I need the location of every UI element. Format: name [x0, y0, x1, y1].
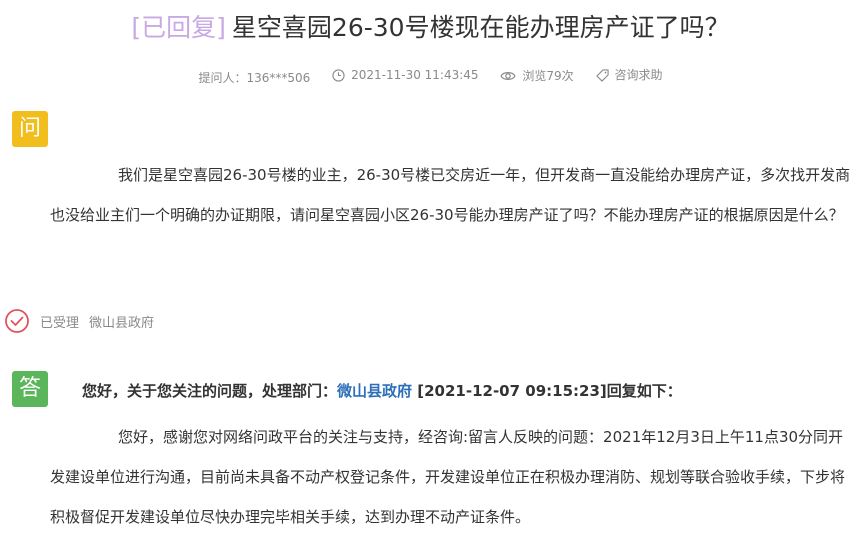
category-text: 咨询求助: [614, 68, 663, 82]
reply-department-link[interactable]: 微山县政府: [337, 382, 412, 400]
view-count: 浏览79次: [500, 65, 574, 87]
accept-status-label: 已受理: [40, 315, 80, 331]
page-title: [已回复] 星空喜园26-30号楼现在能办理房产证了吗？: [0, 8, 861, 48]
check-circle-icon: [5, 309, 29, 333]
reply-header-prefix: 您好，关于您关注的问题，处理部门：: [82, 382, 338, 400]
reply-header-suffix: [2021-12-07 09:15:23]回复如下：: [412, 382, 682, 400]
reply-header: 您好，关于您关注的问题，处理部门：微山县政府 [2021-12-07 09:15…: [82, 378, 682, 404]
clock-icon: [332, 68, 345, 82]
question-content: 我们是星空喜园26-30号楼的业主，26-30号楼已交房近一年，但开发商一直没能…: [50, 166, 851, 224]
question-badge: 问: [12, 111, 48, 147]
accept-department: 微山县政府: [89, 315, 155, 331]
question-title: 星空喜园26-30号楼现在能办理房产证了吗？: [231, 13, 730, 42]
answer-content: 您好，感谢您对网络问政平台的关注与支持，经咨询:留言人反映的问题：2021年12…: [50, 428, 846, 526]
answer-badge: 答: [12, 371, 48, 407]
tag-icon: [595, 68, 609, 82]
reply-status-tag: [已回复]: [131, 13, 226, 42]
question-meta: 提问人：136***506 2021-11-30 11:43:45 浏览79次 …: [0, 64, 861, 89]
asker-info: 提问人：136***506: [198, 67, 310, 89]
accept-status: 已受理 微山县政府: [4, 307, 154, 335]
view-count-text: 浏览79次: [522, 68, 574, 83]
eye-icon: [500, 71, 517, 80]
asker-label: 提问人：136***506: [198, 70, 311, 85]
question-category[interactable]: 咨询求助: [595, 64, 663, 86]
post-time-text: 2021-11-30 11:43:45: [351, 68, 479, 82]
post-time: 2021-11-30 11:43:45: [332, 64, 479, 86]
